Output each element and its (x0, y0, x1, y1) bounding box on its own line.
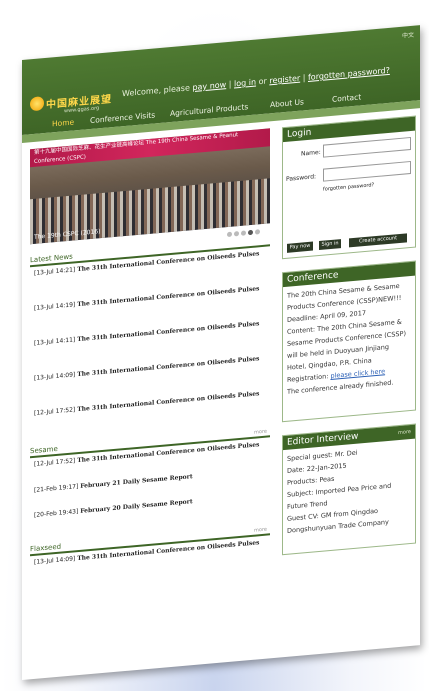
website-page: 中文 中国麻业展望 www.ggas.org Welcome, please p… (22, 0, 420, 690)
forgotten-password-link[interactable]: forgotten password? (323, 182, 374, 192)
news-item[interactable]: [13-Jul 14:19] The 31th International Co… (34, 285, 266, 312)
news-text[interactable]: The 31th International Conference on Oil… (77, 390, 259, 413)
news-time: [13-Jul 14:09] (34, 371, 76, 382)
sesame-more-link[interactable]: more (254, 429, 267, 436)
welcome-text: Welcome, please (122, 83, 190, 99)
interview-title: Editor Interview (287, 431, 359, 448)
log-in-link[interactable]: log in (234, 78, 256, 89)
sign-in-button[interactable]: Sign in (319, 239, 341, 251)
slide-dot[interactable] (241, 230, 246, 236)
news-time: [13-Jul 14:11] (34, 336, 76, 347)
sesame-time: [20-Feb 19:43] (34, 508, 79, 519)
language-switch[interactable]: 中文 (402, 30, 414, 40)
flaxseed-more-link[interactable]: more (254, 527, 267, 534)
password-label: Password: (286, 173, 317, 183)
name-input[interactable] (323, 136, 411, 158)
news-item[interactable]: [13-Jul 14:11] The 31th International Co… (34, 320, 266, 347)
separator: | (228, 79, 232, 89)
or-text: or (258, 76, 267, 87)
name-label: Name: (301, 148, 321, 158)
password-input[interactable] (323, 160, 411, 182)
news-time: [12-Jul 17:52] (34, 406, 76, 417)
news-time: [13-Jul 14:19] (34, 301, 76, 312)
slide-dot[interactable] (227, 231, 232, 238)
slide-dot[interactable] (255, 229, 260, 235)
nav-contact[interactable]: Contact (332, 92, 361, 104)
news-text[interactable]: The 31th International Conference on Oil… (77, 285, 259, 308)
page-body: 中文 中国麻业展望 www.ggas.org Welcome, please p… (22, 25, 420, 681)
conference-box: Conference The 20th China Sesame & Sesam… (282, 260, 416, 423)
news-item[interactable]: [13-Jul 14:09] The 31th International Co… (34, 355, 266, 382)
editor-interview-box: Editor Interview more Special guest: Mr. … (282, 423, 416, 556)
login-box: Login Name: Password: forgotten password… (282, 115, 416, 260)
pay-now-link[interactable]: pay now (192, 80, 226, 92)
nav-home[interactable]: Home (52, 117, 74, 128)
interview-more-link[interactable]: more (398, 425, 411, 440)
news-text[interactable]: The 31th International Conference on Oil… (77, 320, 259, 343)
sesame-item[interactable]: [20-Feb 19:43] February 20 Daily Sesame … (34, 492, 266, 519)
pay-now-button[interactable]: Pay now (287, 241, 313, 253)
register-link[interactable]: register (269, 74, 300, 86)
slide-dot-active[interactable] (248, 229, 253, 236)
news-time: [13-Jul 14:21] (34, 266, 76, 277)
news-item[interactable]: [12-Jul 17:52] The 31th International Co… (34, 390, 266, 417)
forgotten-password-link[interactable]: forgotten password? (308, 66, 390, 82)
sesame-text[interactable]: February 21 Daily Sesame Report (80, 473, 192, 490)
slide-dot[interactable] (234, 231, 239, 237)
sesame-text[interactable]: February 20 Daily Sesame Report (80, 498, 192, 515)
sesame-item[interactable]: [21-Feb 19:17] February 21 Daily Sesame … (34, 467, 266, 494)
sesame-time: [21-Feb 19:17] (34, 483, 79, 494)
sun-logo-icon (30, 96, 44, 112)
flaxseed-time: [13-Jul 14:09] (34, 555, 76, 566)
news-text[interactable]: The 31th International Conference on Oil… (77, 355, 259, 378)
separator: | (302, 73, 306, 83)
banner-slideshow[interactable]: 第十九届中国国际芝麻、花生产业链高峰论坛 The 19th China Sesa… (30, 128, 270, 245)
nav-about-us[interactable]: About Us (270, 97, 304, 109)
sesame-time: [12-Jul 17:52] (34, 457, 76, 468)
create-account-button[interactable]: Create account (349, 233, 407, 248)
